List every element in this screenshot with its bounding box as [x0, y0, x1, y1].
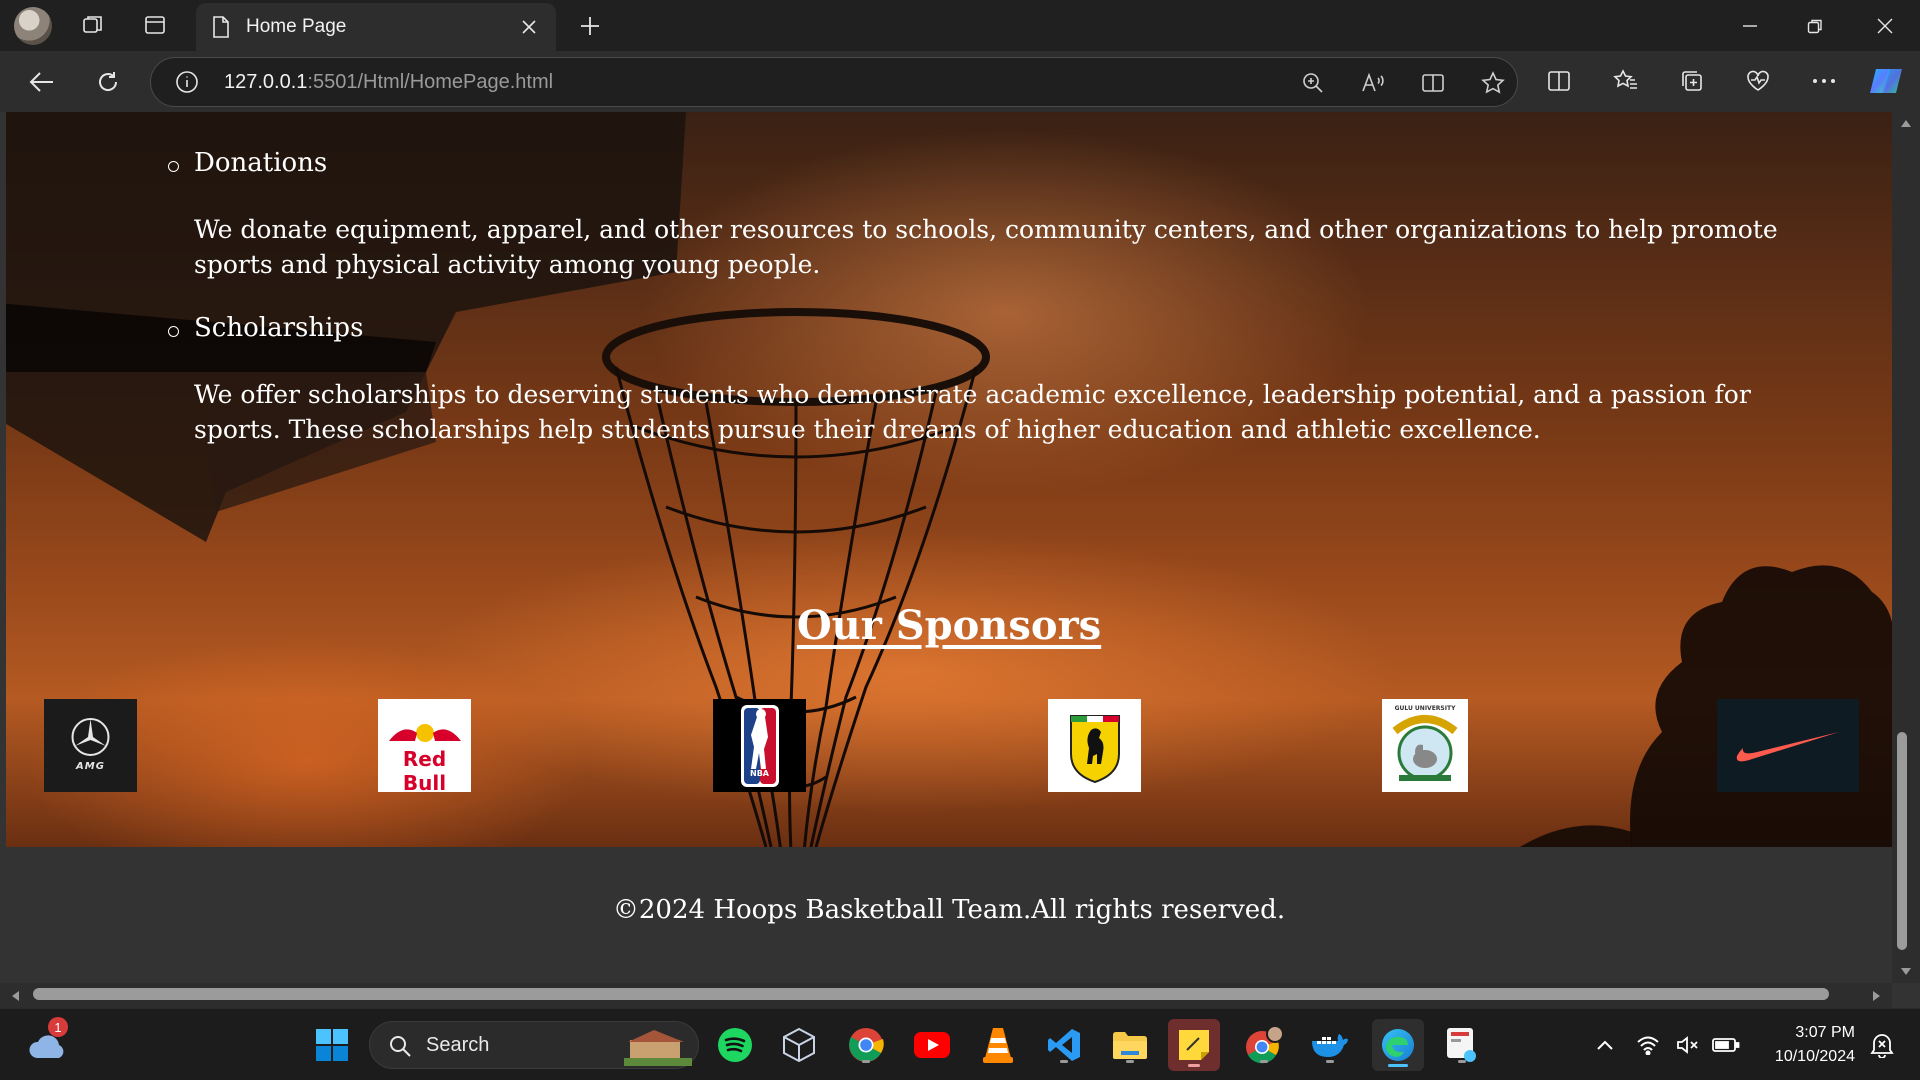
start-windows-icon[interactable] — [310, 1023, 354, 1067]
search-highlight-icon — [624, 1030, 692, 1066]
horizontal-scroll-thumb[interactable] — [33, 988, 1829, 1000]
favorites-icon[interactable] — [1605, 60, 1647, 102]
battery-icon[interactable] — [1708, 1023, 1744, 1067]
notification-badge: 1 — [48, 1017, 68, 1037]
search-icon — [390, 1036, 411, 1057]
tab-bar: Home Page — [0, 0, 1920, 51]
trees-image — [1519, 565, 1892, 847]
read-aloud-icon[interactable] — [1357, 67, 1389, 99]
notification-bell-icon[interactable] — [1864, 1023, 1900, 1067]
scroll-up-icon[interactable] — [1900, 118, 1912, 128]
browser-essentials-icon[interactable] — [1737, 60, 1779, 102]
sponsor-logo-nike — [1717, 699, 1859, 792]
sticky-notes-icon[interactable] — [1168, 1019, 1220, 1071]
chrome-profile-icon[interactable] — [1242, 1023, 1286, 1067]
tab-title: Home Page — [246, 16, 347, 37]
close-window-icon[interactable] — [1860, 6, 1910, 46]
file-explorer-icon[interactable] — [1108, 1023, 1152, 1067]
minimize-icon[interactable] — [1725, 6, 1775, 46]
snipping-tool-icon[interactable] — [1440, 1023, 1484, 1067]
sponsor-logo-red-bull: Red Bull — [378, 699, 471, 792]
copilot-icon[interactable] — [1865, 60, 1907, 102]
browser-toolbar: 127.0.0.1:5501/Html/HomePage.html — [0, 51, 1920, 112]
tab-actions-icon[interactable] — [136, 6, 174, 44]
close-tab-icon[interactable] — [514, 12, 544, 42]
weather-widget-icon[interactable]: 1 — [26, 1017, 70, 1067]
clock-time: 3:07 PM — [1795, 1024, 1855, 1041]
page-viewport: Donations We donate equipment, apparel, … — [0, 112, 1920, 1008]
footer-copyright: ©2024 Hoops Basketball Team.All rights r… — [612, 895, 1286, 925]
spotify-icon[interactable] — [713, 1023, 757, 1067]
bullet-icon — [168, 161, 179, 172]
url-text[interactable]: 127.0.0.1:5501/Html/HomePage.html — [224, 71, 553, 94]
scholarships-text: We offer scholarships to deserving stude… — [194, 380, 1751, 444]
site-info-icon[interactable] — [175, 70, 199, 99]
vertical-scroll-thumb[interactable] — [1897, 732, 1907, 950]
scroll-down-icon[interactable] — [1900, 967, 1912, 977]
favorite-star-icon[interactable] — [1477, 67, 1509, 99]
zoom-icon[interactable] — [1297, 67, 1329, 99]
footer: ©2024 Hoops Basketball Team.All rights r… — [6, 847, 1892, 983]
wifi-icon[interactable] — [1630, 1023, 1666, 1067]
sponsor-logo-mercedes-amg: AMG — [44, 699, 137, 792]
collections-icon[interactable] — [1671, 60, 1713, 102]
sponsor-logo-nba: NBA — [713, 699, 806, 792]
more-options-icon[interactable] — [1803, 60, 1845, 102]
donations-title: Donations — [194, 148, 328, 178]
restore-icon[interactable] — [1790, 6, 1840, 46]
profile-avatar[interactable] — [14, 7, 52, 45]
search-label: Search — [426, 1034, 490, 1056]
immersive-reader-icon[interactable] — [1417, 67, 1449, 99]
taskbar: 1 Search 3:07 PM 10/10/2024 — [0, 1008, 1920, 1080]
community-section: Donations We donate equipment, apparel, … — [6, 112, 1892, 847]
chrome-icon[interactable] — [844, 1023, 888, 1067]
docker-icon[interactable] — [1308, 1023, 1352, 1067]
tab-home-page[interactable]: Home Page — [196, 3, 556, 51]
bullet-icon — [168, 326, 179, 337]
virtualbox-icon[interactable] — [777, 1023, 821, 1067]
back-arrow-icon[interactable] — [22, 62, 62, 102]
system-clock[interactable]: 3:07 PM 10/10/2024 — [1755, 1021, 1855, 1069]
edge-icon[interactable] — [1372, 1019, 1424, 1071]
page-icon — [210, 15, 232, 44]
vlc-icon[interactable] — [976, 1023, 1020, 1067]
volume-muted-icon[interactable] — [1670, 1023, 1706, 1067]
vscode-icon[interactable] — [1042, 1023, 1086, 1067]
scholarships-title: Scholarships — [194, 313, 364, 343]
sponsor-logo-gulu-university: GULU UNIVERSITY — [1382, 699, 1468, 792]
split-screen-icon[interactable] — [1538, 60, 1580, 102]
new-tab-icon[interactable] — [570, 6, 610, 46]
sponsor-logo-ferrari — [1048, 699, 1141, 792]
workspaces-icon[interactable] — [74, 6, 112, 44]
show-hidden-icons-icon[interactable] — [1585, 1023, 1625, 1067]
donations-text: We donate equipment, apparel, and other … — [194, 215, 1778, 279]
youtube-icon[interactable] — [910, 1023, 954, 1067]
sponsors-title: Our Sponsors — [796, 602, 1102, 649]
taskbar-search[interactable]: Search — [369, 1021, 699, 1069]
address-bar[interactable]: 127.0.0.1:5501/Html/HomePage.html — [150, 57, 1518, 107]
scroll-left-icon[interactable] — [10, 990, 20, 1002]
clock-date: 10/10/2024 — [1774, 1048, 1855, 1065]
refresh-icon[interactable] — [88, 62, 128, 102]
scroll-right-icon[interactable] — [1872, 990, 1882, 1002]
